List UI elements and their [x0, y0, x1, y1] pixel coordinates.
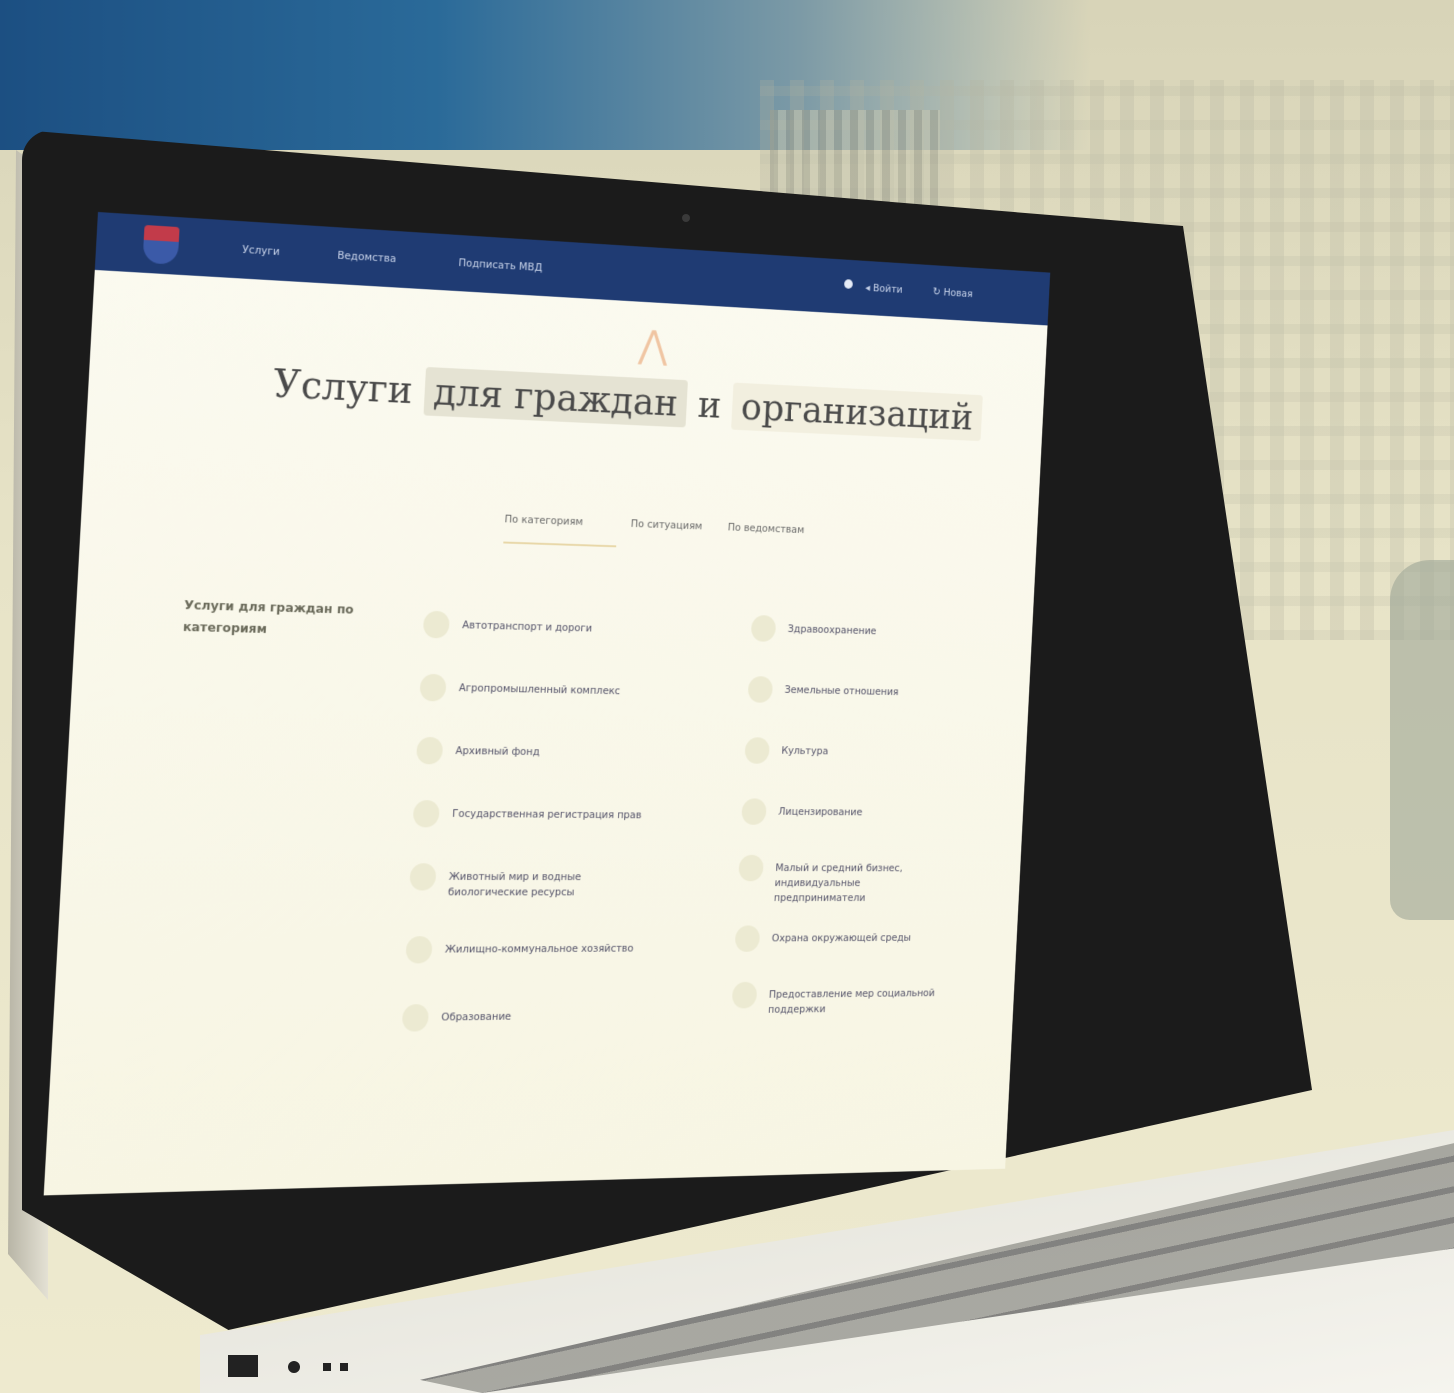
laptop-screen: Услуги Ведомства Подписать МВД ◂ Войти ↻… [42, 212, 1155, 1226]
category-icon [732, 982, 758, 1009]
service-item[interactable]: Здравоохранение [787, 622, 991, 642]
nav-link-services[interactable]: Услуги [242, 243, 280, 258]
service-item[interactable]: Архивный фонд [455, 743, 725, 762]
laptop-ports [228, 1345, 408, 1385]
category-icon [423, 611, 450, 639]
service-item[interactable]: Культура [781, 743, 985, 761]
service-item[interactable]: Агропромышленный комплекс [458, 680, 728, 701]
category-icon [409, 863, 436, 890]
category-icon [405, 936, 432, 963]
category-icon [748, 676, 774, 703]
sidebar-heading: Услуги для граждан по категориям [182, 595, 394, 644]
register-link[interactable]: ↻ Новая [933, 286, 973, 300]
service-item[interactable]: Государственная регистрация прав [452, 806, 722, 823]
title-part-services: Услуги [272, 361, 414, 413]
category-icon [413, 800, 440, 827]
service-item[interactable]: Животный мир и водные биологические ресу… [448, 869, 631, 900]
service-item[interactable]: Лицензирование [778, 804, 982, 821]
title-tab-organizations[interactable]: организаций [731, 383, 982, 442]
nav-link-sign[interactable]: Подписать МВД [458, 256, 542, 274]
page-title: Услуги для граждан и организаций [271, 361, 952, 451]
category-icon [751, 615, 777, 642]
category-icon [735, 925, 761, 951]
site-logo-icon[interactable] [142, 225, 179, 265]
webcam [682, 214, 690, 222]
category-icon [738, 855, 764, 881]
service-item[interactable]: Автотранспорт и дороги [462, 618, 732, 640]
tab-by-situation[interactable]: По ситуациям [630, 517, 702, 532]
location-icon[interactable] [844, 279, 853, 289]
service-item[interactable]: Охрана окружающей среды [771, 930, 975, 946]
photo-scene: Услуги Ведомства Подписать МВД ◂ Войти ↻… [0, 0, 1454, 1393]
active-tab-indicator [503, 542, 616, 548]
title-conjunction: и [697, 383, 723, 427]
category-icon [741, 798, 767, 825]
emblem-icon: ⋀ [635, 322, 673, 367]
category-icon [402, 1004, 429, 1032]
service-item[interactable]: Земельные отношения [784, 682, 988, 701]
login-link[interactable]: ◂ Войти [865, 281, 903, 295]
web-page: Услуги Ведомства Подписать МВД ◂ Войти ↻… [44, 212, 1051, 1195]
service-item[interactable]: Образование [441, 1007, 712, 1025]
service-item[interactable]: Малый и средний бизнес, индивидуальные п… [773, 861, 945, 906]
category-icon [419, 674, 446, 702]
background-person [1390, 560, 1454, 920]
category-icon [416, 737, 443, 765]
service-item[interactable]: Предоставление мер социальной поддержки [768, 986, 957, 1018]
nav-link-agencies[interactable]: Ведомства [337, 249, 396, 265]
tab-by-category[interactable]: По категориям [504, 513, 583, 528]
category-tabs: По категориям По ситуациям По ведомствам [503, 513, 858, 563]
category-icon [744, 737, 770, 764]
title-tab-citizens[interactable]: для граждан [423, 367, 688, 428]
service-item[interactable]: Жилищно-коммунальное хозяйство [445, 941, 716, 958]
tab-by-agency[interactable]: По ведомствам [727, 521, 804, 536]
